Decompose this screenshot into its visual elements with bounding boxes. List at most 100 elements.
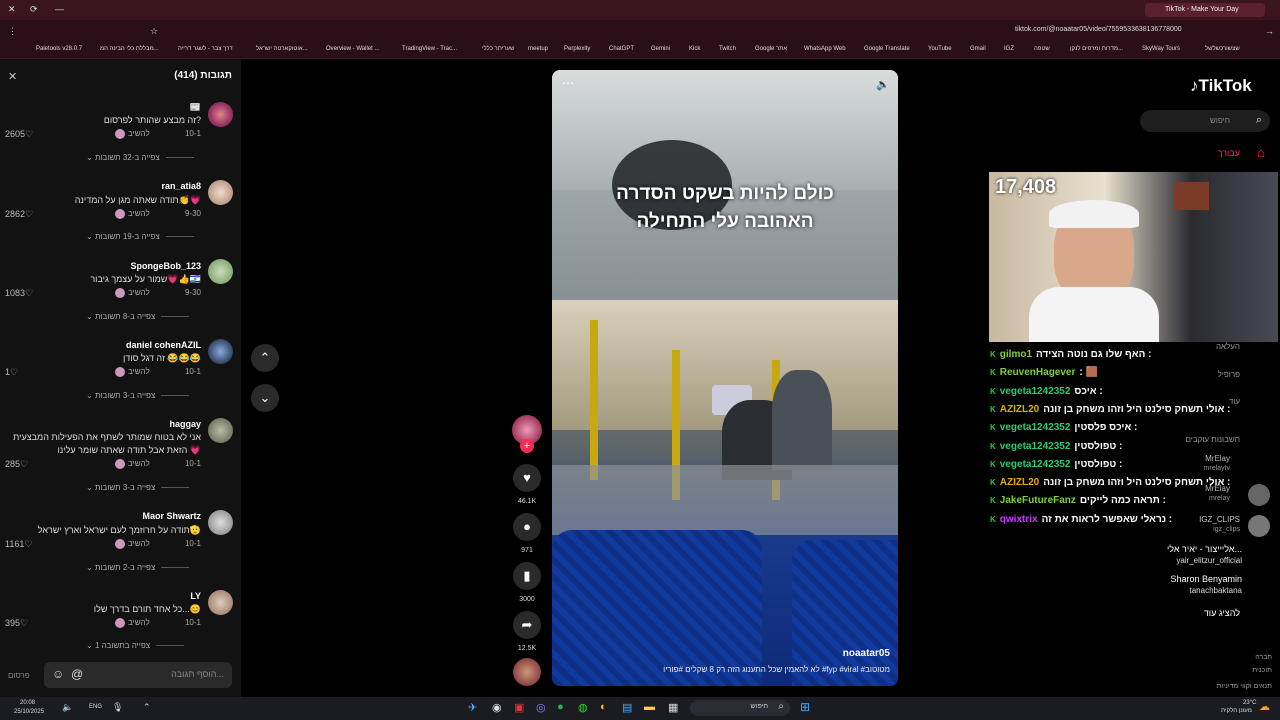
bookmark[interactable]: ChatGPT <box>609 46 634 52</box>
reply-button[interactable]: להשיב <box>115 459 150 469</box>
video-author[interactable]: noaatar05 <box>843 648 890 659</box>
view-replies-button[interactable]: ⌄ צפייה ב-3 תשובות <box>86 391 189 400</box>
mention-icon[interactable]: @ <box>71 667 83 681</box>
comment-user[interactable]: haggay <box>169 419 201 429</box>
app-icon[interactable]: ▣ <box>514 701 524 714</box>
view-replies-button[interactable]: ⌄ צפייה ב-32 תשובות <box>86 153 194 162</box>
bookmark[interactable]: Twitch <box>719 46 736 52</box>
avatar[interactable] <box>208 180 233 205</box>
comment-user[interactable]: Maor Shwartz <box>142 511 201 521</box>
follow-plus-icon[interactable]: + <box>520 439 534 453</box>
comment-user[interactable]: daniel cohenAZIL <box>126 340 201 350</box>
bookmark[interactable]: Google Translate <box>864 46 910 52</box>
post-button[interactable]: פרסום <box>8 671 30 680</box>
bookmark[interactable]: SkyWay Tours <box>1142 46 1180 52</box>
bookmark[interactable]: Paletools v28.0.7 <box>36 46 82 52</box>
chat-username[interactable]: vegeta1242352 <box>1000 386 1071 397</box>
bookmark[interactable]: Gemini <box>651 46 670 52</box>
tiktok-logo[interactable]: ♪TikTok <box>1190 76 1252 96</box>
reply-button[interactable]: להשיב <box>115 618 150 628</box>
like-count[interactable]: 2605♡ <box>5 129 33 140</box>
chrome-icon[interactable]: ◐ <box>600 701 607 713</box>
show-more-button[interactable]: להציג עוד <box>1204 608 1240 618</box>
bookmark[interactable]: Overview - Wallet ... <box>326 46 379 52</box>
like-count[interactable]: 285♡ <box>5 459 28 470</box>
chat-username[interactable]: vegeta1242352 <box>1000 422 1071 433</box>
bookmark[interactable]: שצשורכשלשל <box>1205 46 1240 52</box>
view-replies-button[interactable]: ⌄ צפייה בתשובה 1 <box>86 641 184 650</box>
bookmark[interactable]: מבללת כלי הבינה המ... <box>100 46 159 52</box>
app-icon[interactable]: ▦ <box>668 701 678 714</box>
previous-video-button[interactable]: ⌃ <box>251 344 279 372</box>
bookmark[interactable]: meetup <box>528 46 548 52</box>
like-count[interactable]: 1♡ <box>5 367 18 378</box>
microphone-icon[interactable]: 🎙 <box>112 702 123 713</box>
avatar[interactable] <box>208 102 233 127</box>
avatar[interactable] <box>208 339 233 364</box>
back-icon[interactable]: → <box>1265 26 1274 36</box>
avatar[interactable] <box>208 259 233 284</box>
bookmark[interactable]: WhatsApp Web <box>804 46 846 52</box>
comment-user[interactable]: LY <box>190 591 201 601</box>
chat-username[interactable]: JakeFutureFanz <box>1000 495 1076 506</box>
next-video-button[interactable]: ⌄ <box>251 384 279 412</box>
like-count[interactable]: 1161♡ <box>5 539 32 550</box>
bookmark[interactable]: דרך צבר - לשגר דרייה <box>178 46 233 52</box>
active-tab[interactable]: TikTok - Make Your Day <box>1145 3 1265 17</box>
like-button[interactable]: ♥ <box>513 464 541 492</box>
nav-profile[interactable]: פרופיל <box>1218 370 1240 379</box>
volume-icon[interactable]: 🔈 <box>876 78 890 91</box>
reply-button[interactable]: להשיב <box>115 367 150 377</box>
bookmark[interactable]: אוטוקארטה ישראל... <box>256 46 308 52</box>
close-window-icon[interactable]: ✕ <box>8 4 16 15</box>
more-options-icon[interactable]: ⋯ <box>562 76 574 90</box>
volume-icon[interactable]: 🔈 <box>62 702 73 713</box>
chat-username[interactable]: AZIZL20 <box>1000 404 1039 415</box>
nav-more[interactable]: עוד <box>1229 397 1240 406</box>
bookmark-star-icon[interactable]: ☆ <box>150 26 158 37</box>
menu-icon[interactable]: ⋮ <box>8 26 17 37</box>
chat-username[interactable]: gilmo1 <box>1000 349 1032 360</box>
app-icon[interactable]: ◉ <box>492 701 502 714</box>
app-icon[interactable]: ▤ <box>622 701 632 714</box>
avatar[interactable] <box>208 418 233 443</box>
like-count[interactable]: 395♡ <box>5 618 28 629</box>
chat-username[interactable]: vegeta1242352 <box>1000 459 1071 470</box>
bookmark[interactable]: Gmail <box>970 46 986 52</box>
close-comments-icon[interactable]: ✕ <box>8 70 17 83</box>
avatar[interactable] <box>208 590 233 615</box>
discord-icon[interactable]: ◎ <box>536 701 546 714</box>
bookmark[interactable]: Google אתר <box>755 46 787 52</box>
reply-button[interactable]: להשיב <box>115 539 150 549</box>
footer-link[interactable]: תנאים וקווי מדיניות <box>1217 683 1272 690</box>
video-player[interactable]: ⋯ 🔈 noaatar05 לא להאמין שכל התענוג הזה ר… <box>552 70 898 686</box>
comment-user[interactable]: ran_atia8 <box>161 181 201 191</box>
footer-link[interactable]: תוכנית <box>1252 667 1272 674</box>
spotify-icon[interactable]: ● <box>557 701 564 713</box>
view-replies-button[interactable]: ⌄ צפייה ב-19 תשובות <box>86 232 194 241</box>
language-indicator[interactable]: ENG <box>89 704 102 710</box>
comment-input[interactable]: הוסף תגובה... ☺ @ <box>44 662 232 688</box>
chat-username[interactable]: AZIZL20 <box>1000 477 1039 488</box>
view-replies-button[interactable]: ⌄ צפייה ב-3 תשובות <box>86 483 189 492</box>
view-replies-button[interactable]: ⌄ צפייה ב-2 תשובות <box>86 563 189 572</box>
chat-username[interactable]: ReuvenHagever <box>1000 367 1076 378</box>
emoji-icon[interactable]: ☺ <box>52 667 64 681</box>
comment-user[interactable]: 📰 <box>190 102 201 113</box>
folder-icon[interactable]: ▬ <box>644 701 655 713</box>
search-input[interactable]: חיפוש ⌕ <box>1140 110 1270 132</box>
music-disc-icon[interactable] <box>513 658 541 686</box>
minimize-icon[interactable]: — <box>55 4 64 14</box>
whatsapp-icon[interactable]: ◍ <box>578 701 588 714</box>
windows-start-icon[interactable]: ⊞ <box>800 700 810 714</box>
app-icon[interactable]: ✈ <box>468 701 477 714</box>
footer-link[interactable]: חברה <box>1255 654 1272 661</box>
bookmark[interactable]: Kick <box>689 46 700 52</box>
like-count[interactable]: 2862♡ <box>5 209 33 220</box>
bookmark[interactable]: Perplexity <box>564 46 590 52</box>
reply-button[interactable]: להשיב <box>115 129 150 139</box>
comment-user[interactable]: SpongeBob_123 <box>130 261 201 271</box>
view-replies-button[interactable]: ⌄ צפייה ב-8 תשובות <box>86 312 189 321</box>
chat-username[interactable]: vegeta1242352 <box>1000 441 1071 452</box>
bookmark[interactable]: IGZ <box>1004 46 1014 52</box>
